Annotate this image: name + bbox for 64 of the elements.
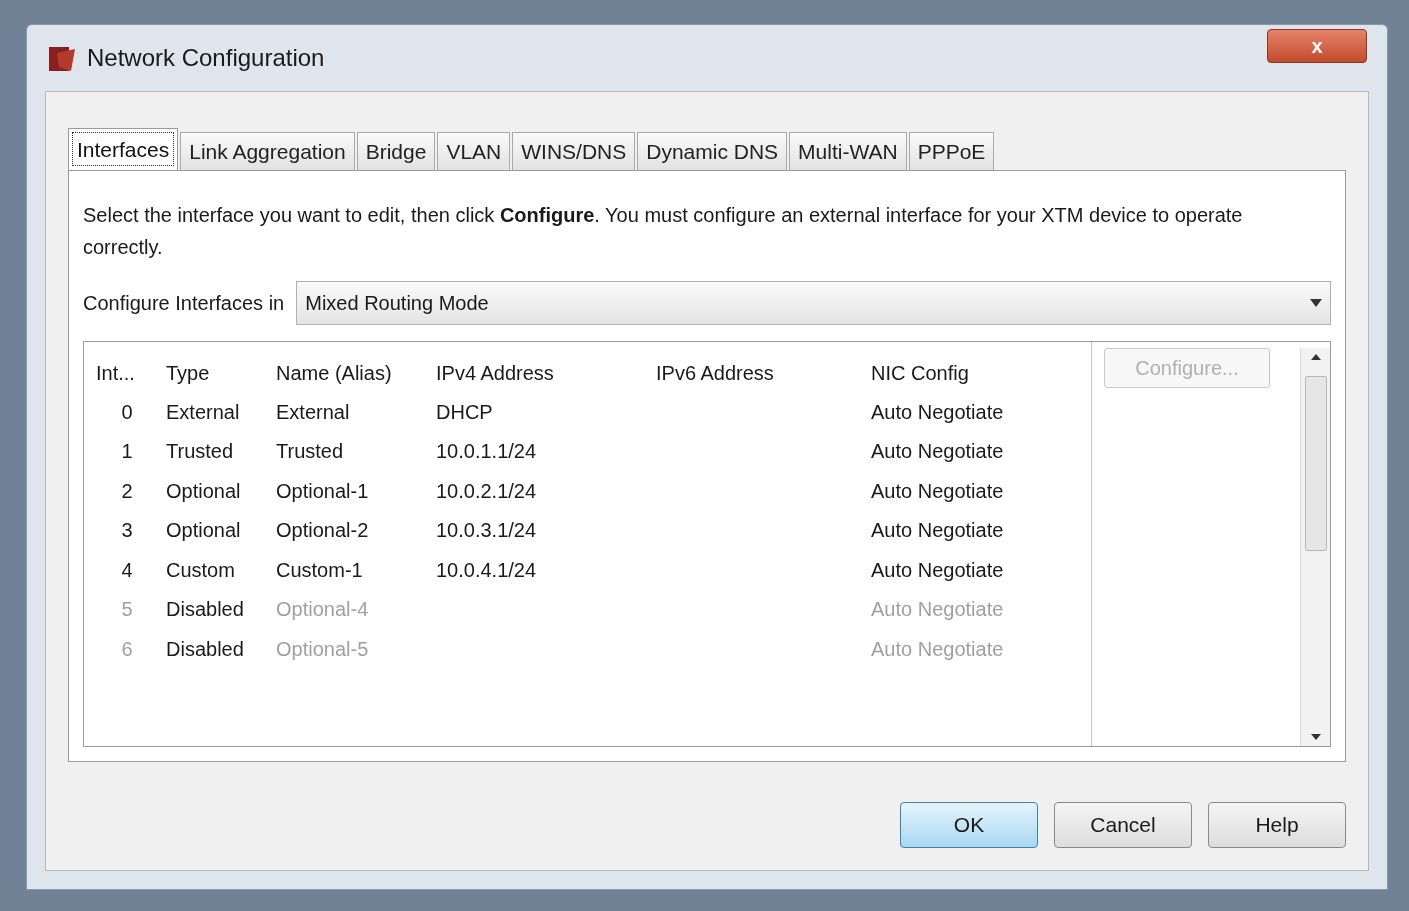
table-cell-text: 10.0.4.1/24 (435, 557, 538, 583)
table-cell-text: 10.0.1.1/24 (435, 439, 538, 465)
tab[interactable]: VLAN (437, 132, 511, 170)
table-cell-text: 10.0.2.1/24 (435, 478, 538, 504)
column-header[interactable]: IPv4 Address (432, 358, 652, 388)
table-cell-text: 10.0.3.1/24 (435, 518, 538, 544)
dialog-button[interactable]: Cancel (1054, 802, 1192, 848)
table-cell-text: Optional (165, 478, 242, 504)
tab[interactable]: Multi-WAN (789, 132, 907, 170)
table-cell-text: Custom (165, 557, 236, 583)
scrollbar[interactable] (1300, 348, 1330, 746)
table-cell-text: Trusted (275, 439, 345, 465)
table-cell-text: 0 (120, 399, 134, 425)
scroll-down-arrow-icon[interactable] (1310, 734, 1321, 740)
window-title: Network Configuration (87, 43, 326, 73)
table-cell-text: 6 (120, 636, 134, 662)
table-cell-text: Optional-5 (275, 636, 370, 662)
table-cell-text: Auto Negotiate (870, 597, 1005, 623)
column-header[interactable]: IPv6 Address (652, 358, 867, 388)
table-cell-text: 5 (120, 597, 134, 623)
column-header[interactable]: Type (162, 358, 272, 388)
table-cell-text: Auto Negotiate (870, 439, 1005, 465)
table-cell-text: Disabled (165, 597, 245, 623)
dialog-button[interactable]: OK (900, 802, 1038, 848)
tab[interactable]: PPPoE (908, 132, 995, 170)
tab[interactable]: WINS/DNS (512, 132, 636, 170)
mode-dropdown[interactable]: Mixed Routing Mode (296, 281, 1331, 325)
table-cell-text: 1 (120, 439, 134, 465)
caret-icon (1310, 299, 1322, 307)
tab[interactable]: Link Aggregation (180, 132, 355, 170)
tab[interactable]: Interfaces (68, 128, 179, 170)
mode-label: Configure Interfaces in (83, 291, 285, 316)
table-cell-text: Auto Negotiate (870, 399, 1005, 425)
table-cell-text: Optional (165, 518, 242, 544)
table-row[interactable]: 2 Optional Optional-1 10.0.2.1/24 Auto Negotiate (92, 471, 1083, 511)
table-cell-text: External (165, 399, 241, 425)
table-cell-text: Auto Negotiate (870, 557, 1005, 583)
column-header[interactable]: Name (Alias) (272, 358, 432, 388)
table-cell-text: Optional-4 (275, 597, 370, 623)
table-row[interactable]: 0 External External DHCP Auto Negotiate (92, 392, 1083, 432)
close-button[interactable]: x (1267, 29, 1367, 63)
table-cell-text: Optional-2 (275, 518, 370, 544)
column-header[interactable]: Int... (92, 358, 162, 388)
table-row[interactable]: 4 Custom Custom-1 10.0.4.1/24 Auto Negotiate (92, 550, 1083, 590)
description-text: Select the interface you want to edit, then click Configure. You must configure an external interface for your XTM device to operate correctly. (83, 203, 1244, 260)
table-cell-text: Disabled (165, 636, 245, 662)
tab[interactable]: Dynamic DNS (637, 132, 788, 170)
table-cell-text: Optional-1 (275, 478, 370, 504)
table-cell-text: Auto Negotiate (870, 636, 1005, 662)
table-cell-text: 2 (120, 478, 134, 504)
column-header[interactable]: NIC Config (867, 358, 1067, 388)
table-cell-text: 3 (120, 518, 134, 544)
table-cell-text: Trusted (165, 439, 235, 465)
table-row[interactable]: 1 Trusted Trusted 10.0.1.1/24 Auto Negotiate (92, 431, 1083, 471)
table-cell-text: Auto Negotiate (870, 518, 1005, 544)
tab[interactable]: Bridge (356, 132, 436, 170)
table-cell-text: 4 (120, 557, 134, 583)
dialog-button[interactable]: Help (1208, 802, 1346, 848)
table-cell-text: DHCP (435, 399, 494, 425)
table-cell-text: Auto Negotiate (870, 478, 1005, 504)
table-row[interactable]: 3 Optional Optional-2 10.0.3.1/24 Auto Negotiate (92, 510, 1083, 550)
table-cell-text: Custom-1 (275, 557, 364, 583)
scroll-up-arrow-icon[interactable] (1310, 354, 1321, 360)
table-cell-text: External (275, 399, 351, 425)
